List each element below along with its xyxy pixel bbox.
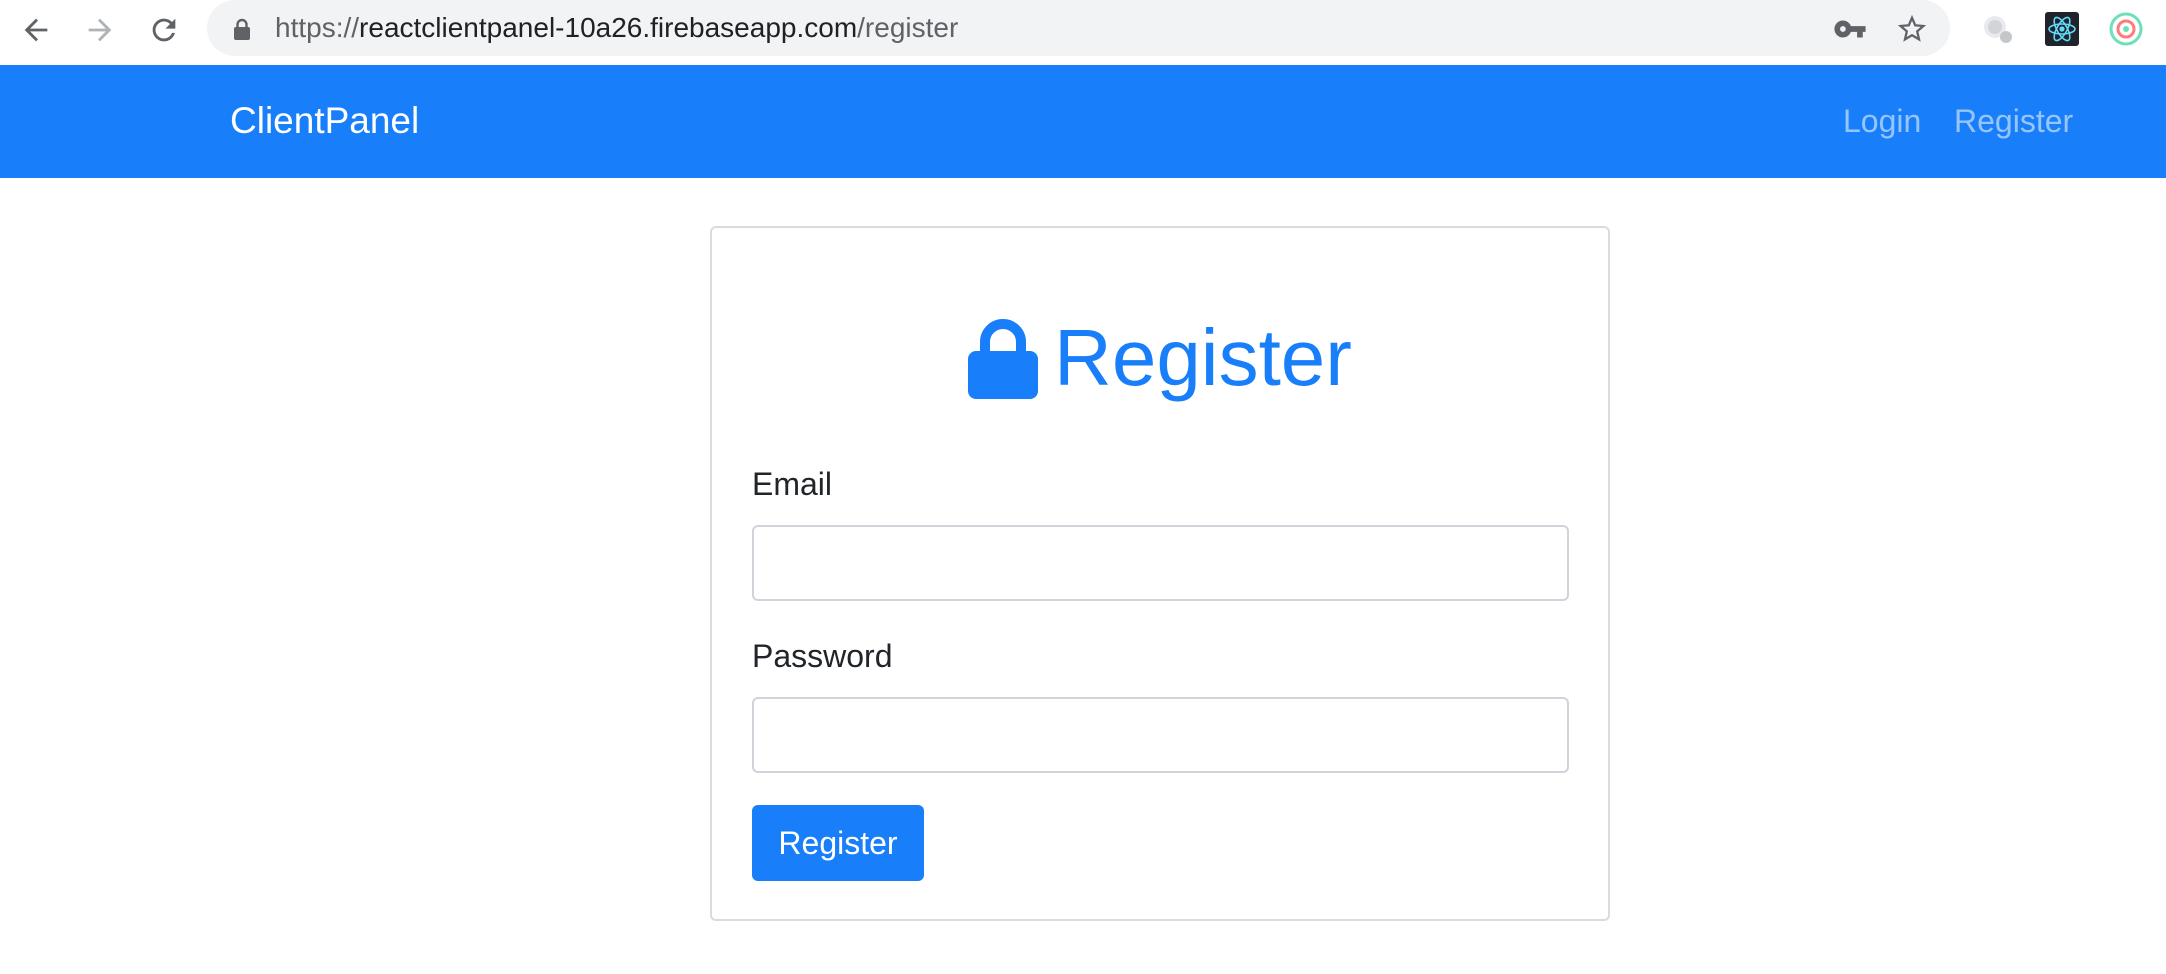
register-card: Register Email Password Register bbox=[710, 226, 1610, 921]
react-devtools-icon[interactable] bbox=[2044, 11, 2080, 47]
lock-icon bbox=[968, 319, 1039, 399]
nav-register-link[interactable]: Register bbox=[1954, 101, 2073, 141]
password-label: Password bbox=[752, 638, 893, 674]
register-submit-button[interactable]: Register bbox=[752, 805, 924, 881]
reload-button[interactable] bbox=[144, 10, 184, 50]
star-icon[interactable] bbox=[1895, 12, 1929, 46]
address-bar[interactable]: https://reactclientpanel-10a26.firebasea… bbox=[207, 0, 1950, 56]
url-text: https://reactclientpanel-10a26.firebasea… bbox=[275, 11, 958, 45]
forward-icon bbox=[88, 18, 112, 42]
extension-icon[interactable] bbox=[1980, 11, 2016, 47]
browser-toolbar: https://reactclientpanel-10a26.firebasea… bbox=[0, 0, 2166, 65]
card-title: Register bbox=[1054, 313, 1352, 402]
card-heading: Register bbox=[712, 308, 1608, 408]
lock-icon bbox=[234, 18, 250, 40]
url-host: reactclientpanel-10a26.firebaseapp.com bbox=[359, 12, 858, 43]
email-label: Email bbox=[752, 466, 833, 502]
url-path: /register bbox=[857, 12, 959, 43]
back-button[interactable] bbox=[16, 10, 56, 50]
brand-link[interactable]: ClientPanel bbox=[230, 99, 419, 143]
forward-button[interactable] bbox=[80, 10, 120, 50]
back-icon bbox=[24, 18, 48, 42]
url-scheme: https:// bbox=[275, 12, 360, 43]
app-navbar: ClientPanel Login Register bbox=[0, 65, 2166, 178]
key-icon[interactable] bbox=[1833, 12, 1867, 46]
reload-icon bbox=[152, 18, 176, 42]
nav-login-link[interactable]: Login bbox=[1843, 101, 1921, 141]
password-field[interactable] bbox=[752, 697, 1569, 773]
extension-ring-icon[interactable] bbox=[2108, 11, 2144, 47]
email-field[interactable] bbox=[752, 525, 1569, 601]
